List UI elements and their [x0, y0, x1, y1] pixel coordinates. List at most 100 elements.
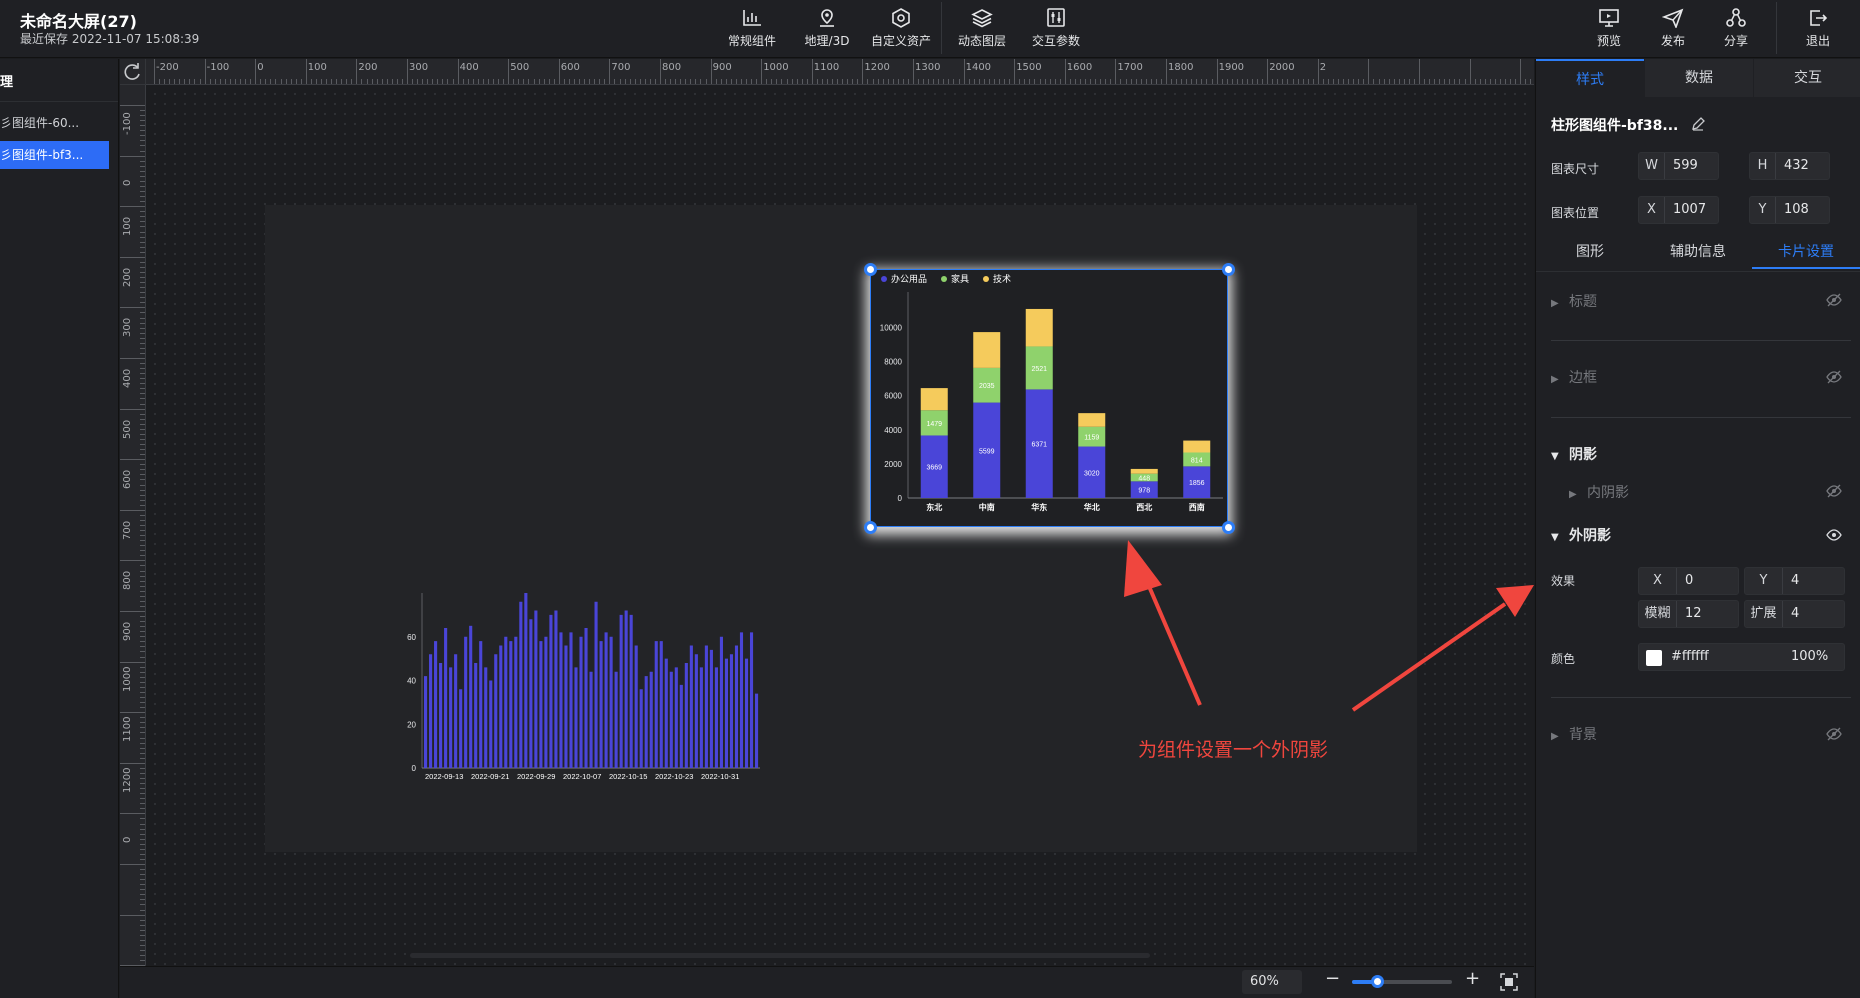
ruler-tick: [432, 79, 434, 84]
divider: [1551, 340, 1851, 341]
resize-handle-top-left[interactable]: [864, 263, 877, 276]
input-value: 4: [1791, 573, 1800, 588]
selected-stacked-bar-chart[interactable]: 办公用品 家具 技术 0 2000 4000 6000 8000 10000 3669 1479 东北…: [870, 269, 1228, 527]
subtab-card-settings[interactable]: 卡片设置: [1752, 235, 1860, 269]
ruler-tick: [634, 79, 636, 84]
ruler-tick: [120, 358, 145, 359]
share-button[interactable]: 分享: [1698, 8, 1774, 52]
vertical-ruler[interactable]: -100 0 100 200 300 400 500 600 700 800 900 1000 1100…: [120, 85, 146, 966]
ruler-tick: [120, 459, 145, 461]
input-prefix: X: [1639, 568, 1677, 594]
ruler-tick: [140, 909, 145, 911]
resize-handle-bottom-right[interactable]: [1222, 521, 1235, 534]
ruler-tick: [140, 464, 145, 466]
ruler-tick: [140, 646, 145, 648]
ruler-tick: [953, 79, 955, 84]
fit-screen-icon[interactable]: [1500, 973, 1518, 991]
tool-dynamic-layers[interactable]: 动态图层: [944, 8, 1020, 52]
shadow-y-input[interactable]: Y4: [1744, 567, 1845, 595]
section-title[interactable]: ▶ 标题: [1551, 291, 1597, 311]
ruler-tick: [140, 899, 145, 901]
tool-interaction-params[interactable]: 交互参数: [1018, 8, 1094, 52]
ruler-tick: [412, 79, 414, 84]
tab-style[interactable]: 样式: [1536, 59, 1644, 97]
toolbar-divider: [941, 2, 942, 54]
edit-pencil-icon[interactable]: [1691, 117, 1706, 131]
ruler-tick: [140, 271, 145, 273]
bar: [434, 641, 438, 768]
eye-off-icon[interactable]: [1826, 293, 1842, 307]
bar: [669, 671, 673, 768]
shadow-blur-input[interactable]: 模糊 12: [1638, 600, 1739, 628]
ruler-tick: [740, 79, 742, 84]
bar: [609, 636, 613, 768]
section-background[interactable]: ▶ 背景: [1551, 724, 1597, 744]
horizontal-ruler[interactable]: -200 -100 0 100 200 300 400 500 600 700 800 900 1000…: [146, 59, 1534, 85]
bar-value-label: 3020: [1084, 470, 1100, 477]
position-y-input[interactable]: Y 108: [1749, 196, 1830, 224]
ruler-tick: [140, 570, 145, 572]
exit-button[interactable]: 退出: [1780, 8, 1856, 52]
layer-item[interactable]: 彡图组件-60...: [0, 109, 109, 137]
tab-interaction[interactable]: 交互: [1754, 59, 1860, 97]
subtab-graphics[interactable]: 图形: [1536, 235, 1644, 269]
ruler-label: 100: [122, 217, 133, 237]
ruler-tick: [482, 79, 484, 84]
bar: [539, 641, 543, 768]
width-input[interactable]: W 599: [1638, 152, 1719, 180]
shadow-spread-input[interactable]: 扩展 4: [1744, 600, 1845, 628]
eye-off-icon[interactable]: [1826, 484, 1842, 498]
ruler-tick: [654, 79, 656, 84]
bar: [449, 667, 453, 768]
section-label: 背景: [1569, 727, 1597, 743]
section-shadow[interactable]: ▼ 阴影: [1551, 444, 1597, 464]
subtab-auxiliary[interactable]: 辅助信息: [1644, 235, 1752, 269]
tool-custom-assets[interactable]: 自定义资产: [863, 8, 939, 52]
ruler-tick: [1499, 79, 1501, 84]
eye-icon[interactable]: [1826, 528, 1842, 542]
ruler-tick: [660, 59, 661, 84]
x-tick-label: 2022-09-21: [471, 772, 509, 781]
ruler-tick: [140, 798, 145, 800]
y-tick-label: 10000: [880, 324, 903, 333]
height-input[interactable]: H 432: [1749, 152, 1830, 180]
layer-item-active[interactable]: 彡图组件-bf3...: [0, 141, 109, 169]
position-x-input[interactable]: X 1007: [1638, 196, 1719, 224]
ruler-tick: [229, 79, 231, 84]
shadow-x-input[interactable]: X0: [1638, 567, 1739, 595]
ruler-tick: [993, 79, 995, 84]
ruler-corner[interactable]: [120, 59, 146, 85]
section-border[interactable]: ▶ 边框: [1551, 367, 1597, 387]
horizontal-scrollbar[interactable]: [410, 953, 1150, 958]
zoom-out-button[interactable]: −: [1325, 968, 1340, 989]
ruler-tick: [140, 783, 145, 785]
y-tick-label: 8000: [884, 358, 902, 367]
resize-handle-top-right[interactable]: [1222, 263, 1235, 276]
resize-handle-bottom-left[interactable]: [864, 521, 877, 534]
ruler-tick: [1049, 79, 1051, 84]
ruler-tick: [907, 79, 909, 84]
tab-data[interactable]: 数据: [1645, 59, 1753, 97]
eye-off-icon[interactable]: [1826, 727, 1842, 741]
y-tick-label: 4000: [884, 426, 902, 435]
ruler-tick: [120, 155, 145, 157]
section-outer-shadow[interactable]: ▼ 外阴影: [1551, 525, 1611, 545]
ruler-tick: [1449, 79, 1451, 84]
ruler-tick: [140, 115, 145, 117]
ruler-tick: [568, 79, 570, 84]
tool-geo-3d[interactable]: 地理/3D: [789, 8, 865, 52]
section-inner-shadow[interactable]: ▶ 内阴影: [1569, 482, 1629, 502]
zoom-input[interactable]: 60%: [1242, 970, 1302, 994]
ruler-tick: [973, 79, 975, 84]
daily-bar-chart[interactable]: 0 20 40 60 2022-09-13 2022-09-21 2022-09-29 202…: [400, 585, 770, 785]
ruler-tick: [140, 651, 145, 653]
ruler-tick: [224, 79, 226, 84]
color-swatch[interactable]: [1646, 650, 1662, 666]
tool-regular-components[interactable]: 常规组件: [714, 8, 790, 52]
project-title[interactable]: 未命名大屏(27): [20, 8, 137, 32]
y-tick-label: 60: [407, 633, 416, 642]
eye-off-icon[interactable]: [1826, 370, 1842, 384]
section-label: 阴影: [1569, 447, 1597, 463]
zoom-slider-knob[interactable]: [1371, 975, 1384, 988]
zoom-in-button[interactable]: +: [1465, 968, 1480, 989]
